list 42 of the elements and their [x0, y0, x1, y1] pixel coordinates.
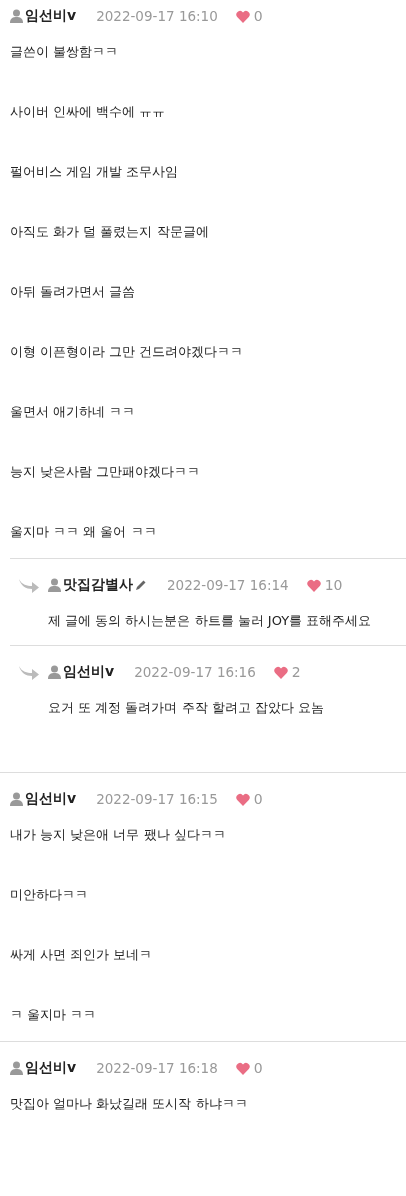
heart-icon[interactable] [235, 792, 250, 806]
user-icon [48, 665, 61, 679]
comment-text: 울지마 ㅋㅋ 왜 울어 ㅋㅋ [10, 523, 158, 541]
author-name[interactable]: 임선비v [25, 790, 77, 808]
like-count: 2 [291, 664, 301, 680]
comment-text: 싸게 사면 죄인가 보네ㅋ [10, 946, 154, 964]
like-count: 0 [253, 791, 263, 807]
user-icon [10, 9, 23, 23]
user-icon [10, 792, 23, 806]
heart-icon[interactable] [273, 665, 288, 679]
comment-text: 펄어비스 게임 개발 조무사임 [10, 163, 180, 181]
author-name[interactable]: 임선비v [25, 1059, 77, 1077]
like-count: 0 [253, 8, 263, 24]
author-name[interactable]: 맛집감별사 [63, 576, 133, 594]
comment-date: 2022-09-17 16:14 [167, 577, 289, 593]
comment-text: 글쓴이 불쌍함ㅋㅋ [10, 43, 120, 61]
comment-text: 사이버 인싸에 백수에 ㅠㅠ [10, 103, 167, 121]
heart-icon[interactable] [306, 578, 321, 592]
comment-text: 이형 이픈형이라 그만 건드려야겠다ㅋㅋ [10, 343, 245, 361]
author-name[interactable]: 임선비v [25, 7, 77, 25]
comment-text: 능지 낮은사람 그만패야겠다ㅋㅋ [10, 463, 202, 481]
comment-date: 2022-09-17 16:16 [134, 664, 256, 680]
comment-text: 내가 능지 낮은애 너무 팼나 싶다ㅋㅋ [10, 826, 227, 844]
reply-text: 요거 또 계정 돌려가며 주작 할려고 잡았다 요놈 [48, 699, 325, 717]
comment-date: 2022-09-17 16:15 [96, 791, 218, 807]
comment-text: 맛집아 얼마나 화났길래 또시작 하냐ㅋㅋ [10, 1095, 249, 1113]
comment-text: 아뒤 돌려가면서 글씀 [10, 283, 137, 301]
comment-text: 아직도 화가 덜 풀렸는지 작문글에 [10, 223, 210, 241]
heart-icon[interactable] [235, 1061, 250, 1075]
comment-date: 2022-09-17 16:18 [96, 1060, 218, 1076]
user-icon [10, 1061, 23, 1075]
user-icon [48, 578, 61, 592]
comment-date: 2022-09-17 16:10 [96, 8, 218, 24]
author-name[interactable]: 임선비v [63, 663, 115, 681]
like-count: 10 [324, 577, 343, 593]
comment-text: ㅋ 울지마 ㅋㅋ [10, 1006, 98, 1024]
comment-text: 울면서 애기하네 ㅋㅋ [10, 403, 137, 421]
heart-icon[interactable] [235, 9, 250, 23]
like-count: 0 [253, 1060, 263, 1076]
comment-text: 미안하다ㅋㅋ [10, 886, 89, 904]
reply-text: 제 글에 동의 하시는분은 하트를 눌러 JOY를 표해주세요 [48, 612, 373, 630]
pencil-icon [135, 579, 147, 591]
